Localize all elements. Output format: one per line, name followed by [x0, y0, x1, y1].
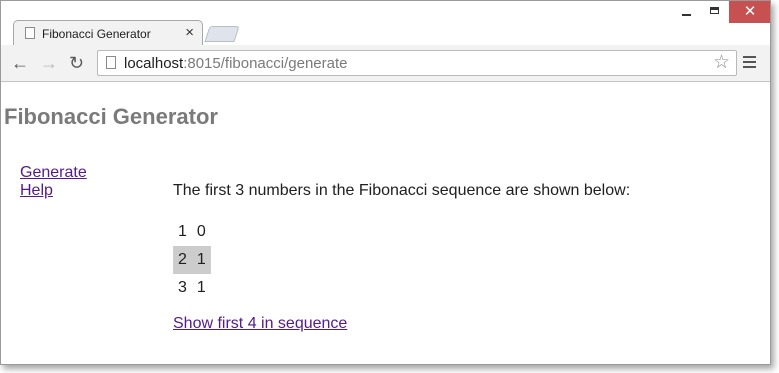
nav-link-help[interactable]: Help: [20, 182, 87, 200]
url-host: localhost: [124, 55, 184, 72]
page-content: Fibonacci Generator Generate Help The fi…: [1, 82, 770, 364]
table-row: 2 1: [173, 246, 211, 274]
maximize-icon: [710, 7, 719, 14]
url-text[interactable]: localhost:8015/fibonacci/generate: [124, 55, 348, 72]
menu-icon[interactable]: [743, 56, 756, 71]
browser-tab[interactable]: Fibonacci Generator ×: [13, 20, 203, 46]
bookmark-star-icon[interactable]: ☆: [713, 52, 730, 74]
maximize-button[interactable]: [703, 1, 729, 23]
sequence-index: 1: [178, 223, 187, 240]
page-favicon-icon: [25, 27, 35, 39]
back-arrow-icon[interactable]: ←: [11, 53, 29, 73]
sequence-index: 2: [173, 246, 192, 274]
show-more-link[interactable]: Show first 4 in sequence: [173, 315, 347, 333]
reload-icon[interactable]: ↻: [69, 53, 84, 73]
forward-arrow-icon[interactable]: →: [40, 53, 58, 73]
sequence-value: 1: [196, 279, 206, 296]
tab-close-icon[interactable]: ×: [185, 24, 194, 42]
page-icon: [106, 56, 116, 69]
fibonacci-table: 1 0 2 1 3 1: [173, 218, 211, 302]
sequence-index: 3: [178, 279, 187, 296]
minimize-button[interactable]: [669, 1, 703, 23]
side-navigation: Generate Help: [20, 164, 87, 200]
table-row: 3 1: [173, 274, 211, 302]
intro-text: The first 3 numbers in the Fibonacci seq…: [173, 182, 631, 199]
browser-window: Fibonacci Generator × ✕ ← → ↻ localhost:…: [0, 0, 771, 365]
sequence-value: 0: [196, 223, 206, 240]
title-bar: Fibonacci Generator × ✕: [1, 1, 770, 46]
page-title: Fibonacci Generator: [4, 104, 218, 129]
browser-toolbar: ← → ↻ localhost:8015/fibonacci/generate …: [1, 45, 770, 82]
minimize-icon: [682, 14, 691, 16]
address-bar[interactable]: localhost:8015/fibonacci/generate ☆: [97, 50, 737, 76]
tab-title: Fibonacci Generator: [42, 27, 151, 41]
nav-link-generate[interactable]: Generate: [20, 164, 87, 182]
sequence-value: 1: [191, 246, 211, 274]
table-row: 1 0: [173, 218, 211, 246]
url-path: :8015/fibonacci/generate: [183, 55, 348, 72]
new-tab-button[interactable]: [204, 26, 240, 42]
window-close-button[interactable]: ✕: [729, 1, 770, 23]
main-content: The first 3 numbers in the Fibonacci seq…: [173, 182, 631, 332]
